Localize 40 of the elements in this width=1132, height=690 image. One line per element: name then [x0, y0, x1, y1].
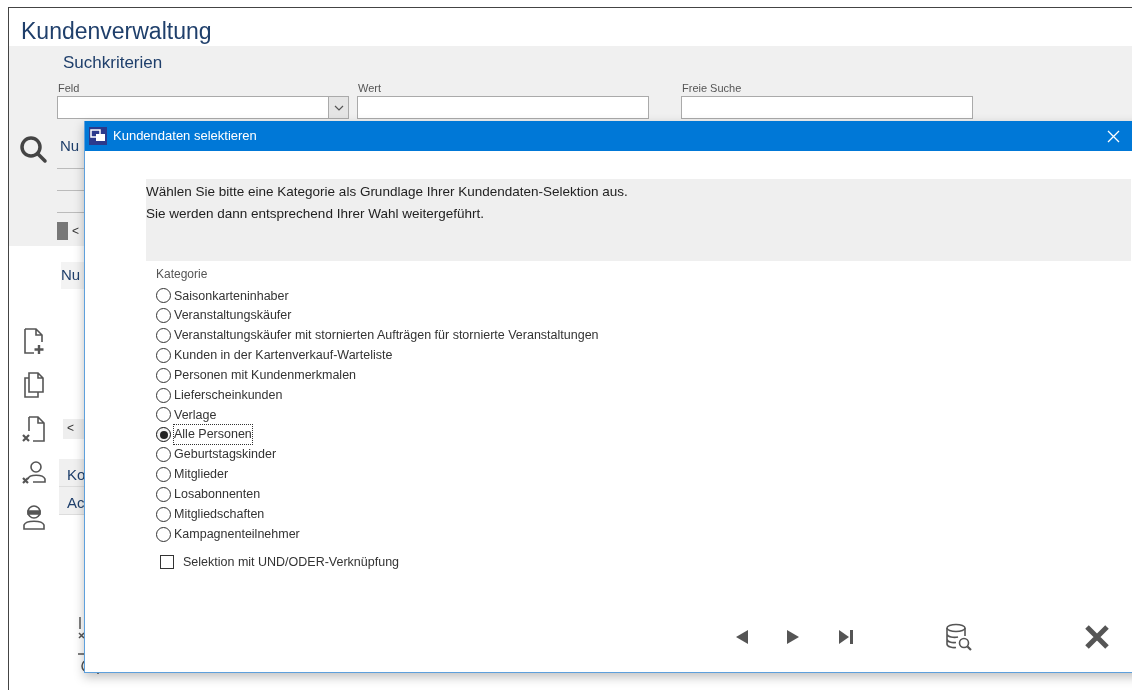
category-radio[interactable]: Kampagnenteilnehmer: [156, 524, 300, 544]
column-header: Nu: [60, 136, 81, 156]
close-icon[interactable]: [1084, 624, 1110, 650]
scroll-button[interactable]: <: [63, 418, 85, 439]
section-title: Suchkriterien: [62, 52, 164, 74]
text-field[interactable]: [357, 96, 649, 119]
window-title: Kundenverwaltung: [20, 17, 213, 46]
chevron-icon: [328, 97, 348, 118]
category-radio[interactable]: Geburtstagskinder: [156, 444, 277, 465]
next-icon[interactable]: [786, 629, 800, 645]
last-icon[interactable]: [838, 629, 854, 645]
group-label: Kategorie: [156, 266, 209, 283]
scroll-button[interactable]: <: [72, 221, 79, 240]
column-header: Nu: [61, 262, 85, 289]
category-radio[interactable]: Alle Personen: [156, 424, 252, 445]
search-icon[interactable]: [18, 134, 48, 164]
category-radio[interactable]: Saisonkarteninhaber: [156, 286, 289, 306]
dialog-app-icon: [89, 127, 107, 145]
option-checkbox[interactable]: Selektion mit UND/ODER-Verknüpfung: [160, 552, 400, 572]
instruction-text: Wählen Sie bitte eine Kategorie als Grundlage Ihrer Kundendaten-Selektion aus.: [146, 183, 629, 201]
category-radio[interactable]: Veranstaltungskäufer: [156, 305, 292, 326]
dropdown-field[interactable]: [57, 96, 349, 119]
category-radio[interactable]: Veranstaltungskäufer mit stornierten Aufträgen für stornierte Veranstaltungen: [156, 325, 599, 346]
field-label: Wert: [357, 80, 383, 96]
text-field[interactable]: [681, 96, 973, 119]
category-radio[interactable]: Losabonnenten: [156, 484, 261, 505]
category-radio[interactable]: Verlage: [156, 405, 217, 425]
category-radio[interactable]: Lieferscheinkunden: [156, 385, 283, 406]
dialog-title: Kundendaten selektieren: [113, 127, 258, 146]
scrollbar-thumb[interactable]: [57, 221, 68, 240]
field-label: Freie Suche: [681, 80, 743, 96]
category-radio[interactable]: Personen mit Kundenmerkmalen: [156, 365, 357, 386]
previous-icon[interactable]: [735, 629, 749, 645]
tab[interactable]: Ko: [59, 458, 87, 487]
database-search-icon[interactable]: [944, 622, 974, 652]
category-radio[interactable]: Mitgliedschaften: [156, 504, 265, 525]
category-radio[interactable]: Kunden in der Kartenverkauf-Warteliste: [156, 345, 393, 366]
field-label: Feld: [57, 80, 81, 96]
category-radio[interactable]: Mitglieder: [156, 464, 229, 485]
instruction-text: Sie werden dann entsprechend Ihrer Wahl weitergeführt.: [146, 205, 485, 223]
